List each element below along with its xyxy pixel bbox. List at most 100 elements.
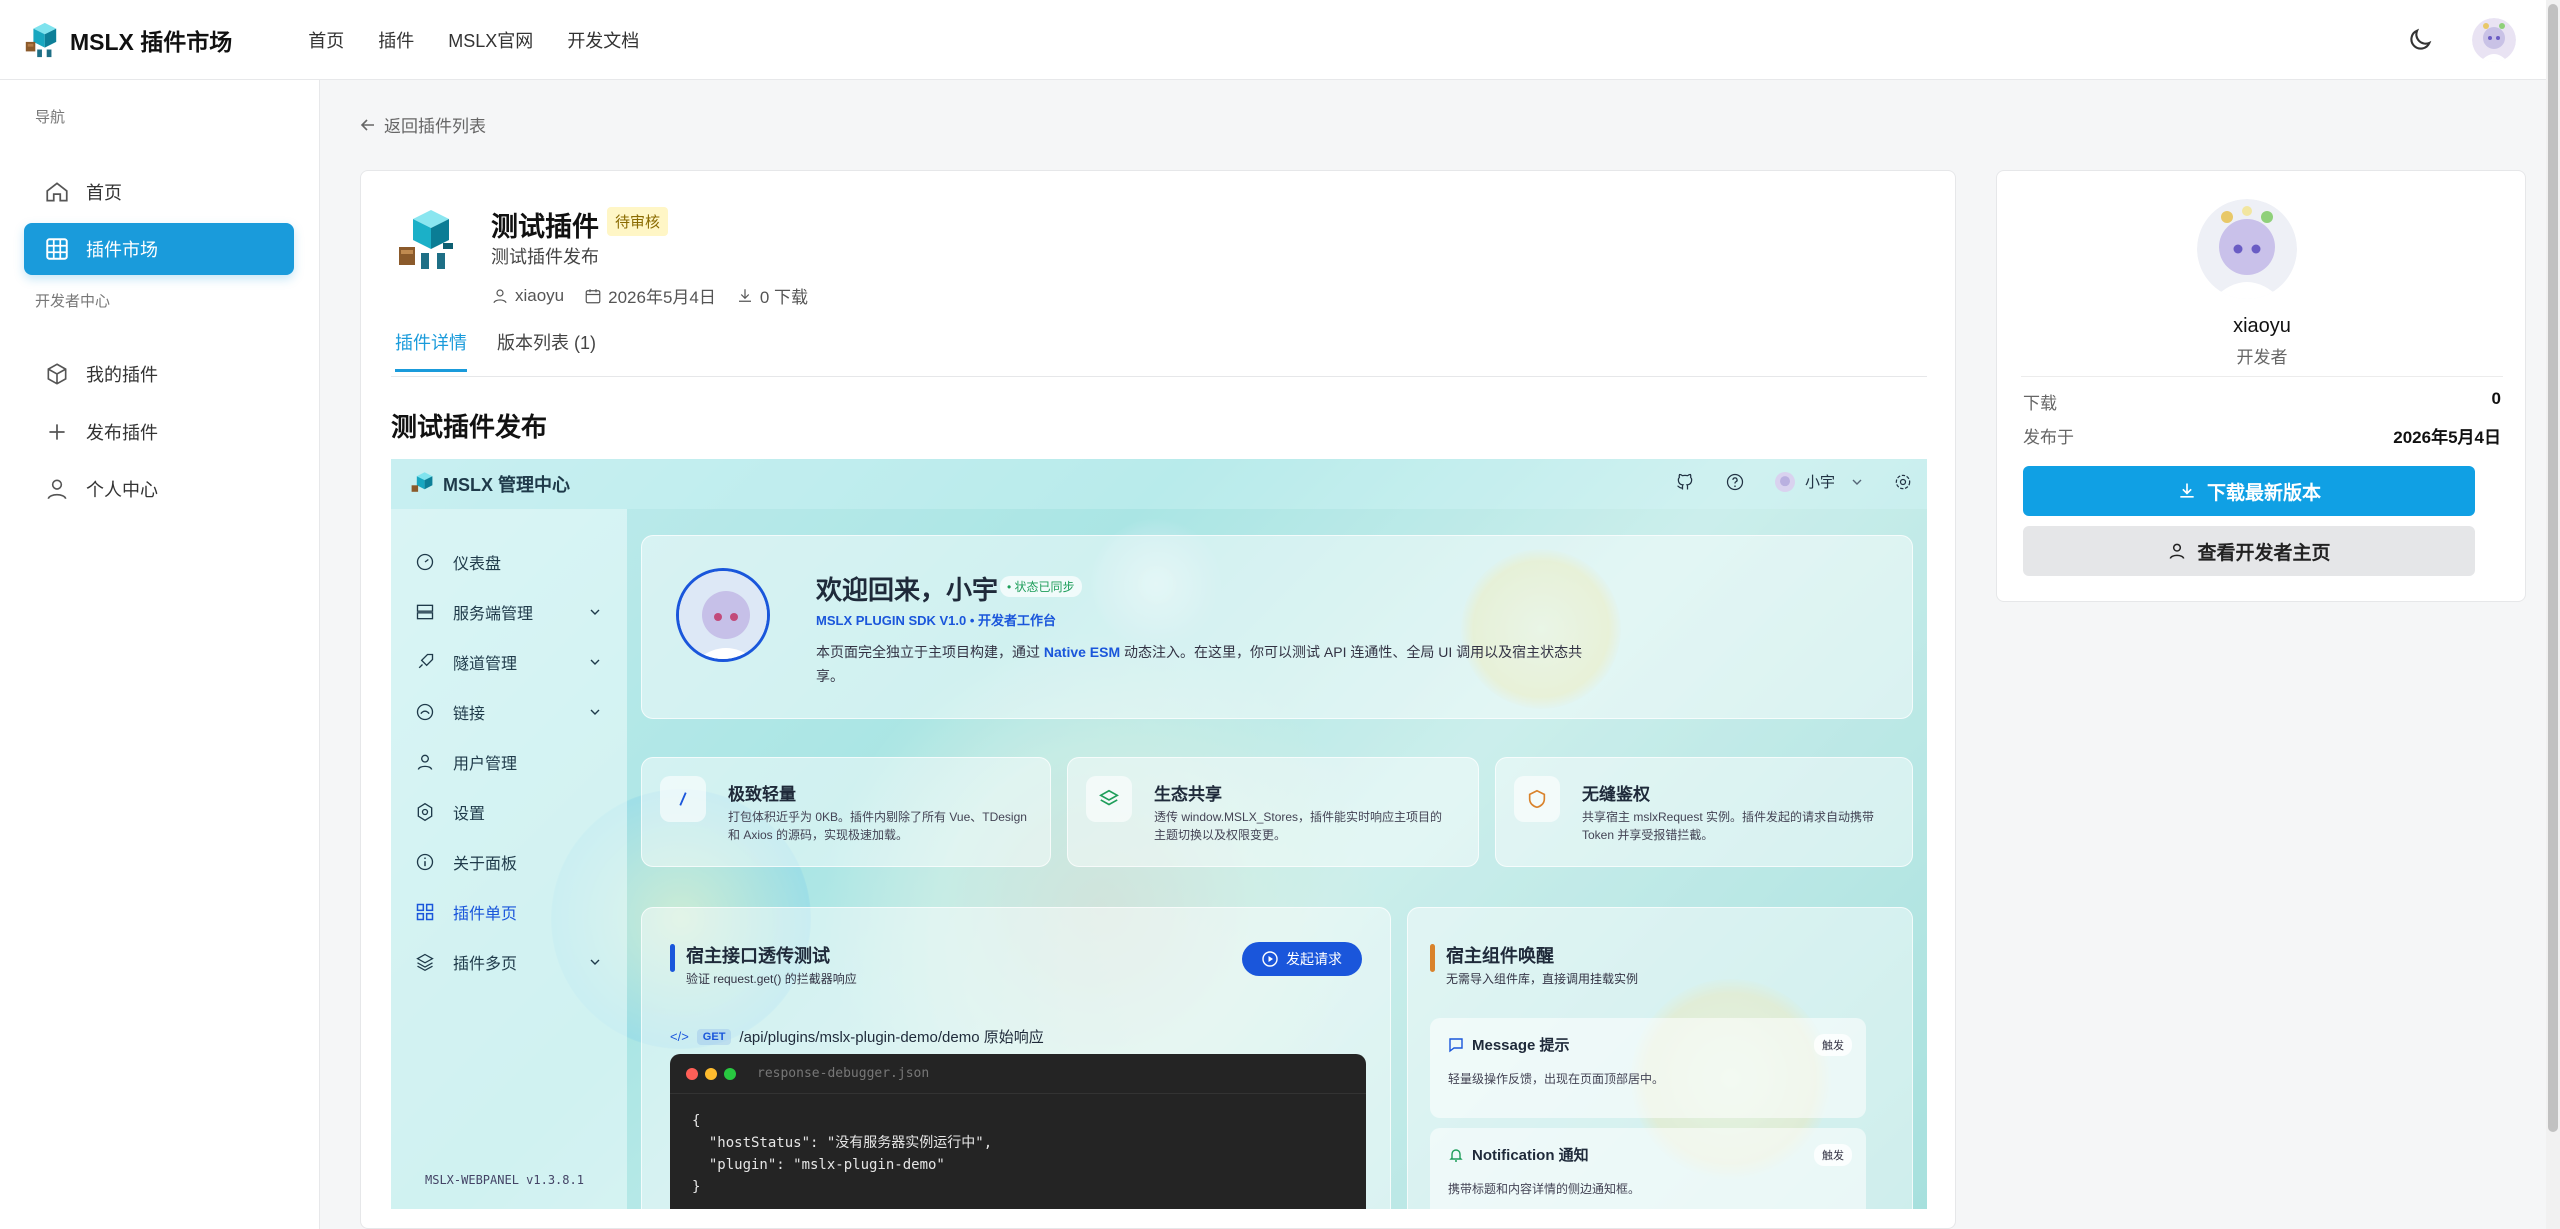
- preview-menu-label: 关于面板: [453, 856, 518, 873]
- tab-plugin-details[interactable]: 插件详情: [395, 329, 467, 372]
- preview-welcome-panel: 欢迎回来，小宇 • 状态已同步 MSLX PLUGIN SDK V1.0 • 开…: [641, 535, 1913, 719]
- meta-downloads: 0 下载: [736, 283, 808, 308]
- preview-username: 小宇: [1804, 474, 1835, 491]
- preview-menu-links: 链接: [415, 697, 615, 727]
- layers-icon: [1086, 776, 1132, 822]
- feature-desc: 透传 window.MSLX_Stores，插件能实时响应主项目的主题切换以及权…: [1154, 810, 1443, 842]
- user-icon: [47, 479, 67, 500]
- server-icon: [416, 604, 434, 620]
- preview-menu-label: 用户管理: [453, 756, 518, 773]
- view-developer-profile-button[interactable]: 查看开发者主页: [2023, 526, 2475, 576]
- rocket-icon: [418, 653, 434, 669]
- sidebar-item-publish-plugin[interactable]: 发布插件: [24, 406, 294, 458]
- sidebar-item-label: 发布插件: [86, 423, 158, 443]
- plugin-detail-card: 测试插件 待审核 测试插件发布 xiaoyu 2026年5月4日 0 下载 插件…: [360, 170, 1956, 1229]
- preview-response-debugger: response-debugger.json { "hostStatus": "…: [670, 1054, 1366, 1209]
- sidebar-group-dev: 开发者中心: [35, 293, 111, 310]
- sidebar: 导航 首页 插件市场 开发者中心 我的插件 发布插件 个人中心: [0, 80, 320, 1229]
- dashboard-icon: [416, 553, 434, 571]
- feature-title: 极致轻量: [728, 785, 796, 804]
- preview-notification-card: Notification 通知 携带标题和内容详情的侧边通知框。 触发: [1430, 1128, 1866, 1209]
- mslx-logo-icon: [411, 472, 433, 492]
- preview-brand: MSLX 管理中心: [443, 475, 571, 495]
- download-latest-button[interactable]: 下载最新版本: [2023, 466, 2475, 516]
- top-nav: 首页 插件 MSLX官网 开发文档: [308, 27, 673, 53]
- sidebar-item-plugin-market[interactable]: 插件市场: [24, 223, 294, 275]
- stat-label: 下载: [2023, 394, 2057, 413]
- scrollbar-thumb[interactable]: [2548, 4, 2558, 1132]
- settings-icon: [417, 802, 433, 822]
- tab-version-list[interactable]: 版本列表 (1): [497, 329, 596, 369]
- settings-icon: [1895, 474, 1911, 489]
- shield-icon: [1514, 776, 1560, 822]
- back-to-list-link[interactable]: 返回插件列表: [360, 112, 486, 137]
- publish-date: 2026年5月4日: [608, 288, 716, 307]
- preview-feature-card: 极致轻量 打包体积近乎为 0KB。插件内剔除了所有 Vue、TDesign 和 …: [641, 757, 1051, 867]
- user-avatar[interactable]: [2472, 18, 2516, 62]
- message-desc: 轻量级操作反馈，出现在页面顶部居中。: [1448, 1072, 1665, 1086]
- home-icon: [46, 182, 68, 202]
- user-icon: [2170, 543, 2185, 559]
- preview-welcome-title: 欢迎回来，小宇: [816, 575, 999, 605]
- preview-sdk-label: MSLX PLUGIN SDK V1.0 • 开发者工作台: [816, 613, 1057, 628]
- bell-icon: [1449, 1148, 1463, 1162]
- preview-welcome-desc: 本页面完全独立于主项目构建，通过 Native ESM 动态注入。在这里，你可以…: [816, 644, 1583, 684]
- meta-author: xiaoyu: [491, 286, 564, 306]
- developer-avatar[interactable]: [2197, 199, 2297, 299]
- http-method-badge: GET: [696, 1028, 732, 1045]
- preview-menu-plugin-single: 插件单页: [415, 897, 615, 927]
- message-icon: [1449, 1037, 1463, 1052]
- sidebar-group-nav: 导航: [35, 109, 66, 126]
- help-icon: [1726, 473, 1744, 490]
- trigger-notification-button: 触发: [1814, 1144, 1852, 1166]
- preview-sidebar: 仪表盘 服务端管理 隧道管理 链接 用户管理 设置 关于面板 插件单页 插件多页…: [391, 509, 627, 1209]
- api-test-desc: 验证 request.get() 的拦截器响应: [686, 972, 857, 986]
- preview-menu-label: 设置: [453, 806, 486, 823]
- nav-official-site[interactable]: MSLX官网: [448, 27, 533, 53]
- plugin-meta: xiaoyu 2026年5月4日 0 下载: [491, 283, 828, 308]
- box-icon: [47, 363, 67, 385]
- preview-menu-servers: 服务端管理: [415, 597, 615, 627]
- notification-desc: 携带标题和内容详情的侧边通知框。: [1448, 1182, 1641, 1196]
- author-name: xiaoyu: [515, 285, 565, 305]
- sidebar-item-label: 首页: [86, 183, 122, 203]
- preview-menu-plugin-multi: 插件多页: [415, 947, 615, 977]
- developer-card: xiaoyu 开发者 下载 0 发布于 2026年5月4日 下载最新版本 查看开…: [1996, 170, 2526, 602]
- preview-api-test-panel: 宿主接口透传测试 验证 request.get() 的拦截器响应 发起请求 </…: [641, 907, 1391, 1209]
- slash-icon: [660, 776, 706, 822]
- arrow-left-icon: [360, 118, 374, 131]
- preview-host-components-panel: 宿主组件唤醒 无需导入组件库，直接调用挂载实例 Message 提示 轻量级操作…: [1407, 907, 1913, 1209]
- preview-feature-card: 无缝鉴权 共享宿主 mslxRequest 实例。插件发起的请求自动携带 Tok…: [1495, 757, 1913, 867]
- github-icon: [1677, 473, 1693, 489]
- api-path: /api/plugins/mslx-plugin-demo/demo 原始响应: [739, 1029, 1044, 1046]
- brand[interactable]: MSLX 插件市场: [22, 21, 232, 59]
- nav-dev-docs[interactable]: 开发文档: [567, 27, 639, 53]
- preview-topbar: MSLX 管理中心 小宇: [391, 459, 1927, 509]
- nav-plugins[interactable]: 插件: [378, 27, 414, 53]
- preview-menu-label: 隧道管理: [453, 656, 518, 673]
- preview-menu-dashboard: 仪表盘: [415, 547, 615, 577]
- code-filename: response-debugger.json: [757, 1066, 930, 1081]
- page-scrollbar[interactable]: [2546, 0, 2560, 1229]
- sidebar-item-home[interactable]: 首页: [24, 166, 294, 218]
- chevron-down-icon: [590, 659, 600, 665]
- preview-menu-about: 关于面板: [415, 847, 615, 877]
- stat-label: 发布于: [2023, 428, 2074, 447]
- grid-icon: [46, 238, 68, 260]
- message-title: Message 提示: [1472, 1037, 1570, 1054]
- sidebar-item-profile[interactable]: 个人中心: [24, 463, 294, 515]
- preview-user-avatar: [1774, 471, 1795, 492]
- nav-home[interactable]: 首页: [308, 27, 344, 53]
- play-icon: [1262, 951, 1278, 967]
- user-icon: [417, 754, 433, 770]
- sidebar-item-my-plugins[interactable]: 我的插件: [24, 348, 294, 400]
- detail-tabs: 插件详情 版本列表 (1): [391, 329, 1927, 377]
- plugin-description: 测试插件发布: [491, 247, 599, 267]
- chevron-down-icon: [590, 709, 600, 715]
- preview-menu-label: 仪表盘: [453, 556, 502, 573]
- status-badge: 待审核: [607, 207, 669, 236]
- plus-icon: [49, 424, 65, 440]
- preview-send-request-button: 发起请求: [1242, 942, 1362, 976]
- dark-mode-toggle-icon[interactable]: [2406, 26, 2434, 54]
- code-body: { "hostStatus": "没有服务器实例运行中", "plugin": …: [692, 1113, 993, 1195]
